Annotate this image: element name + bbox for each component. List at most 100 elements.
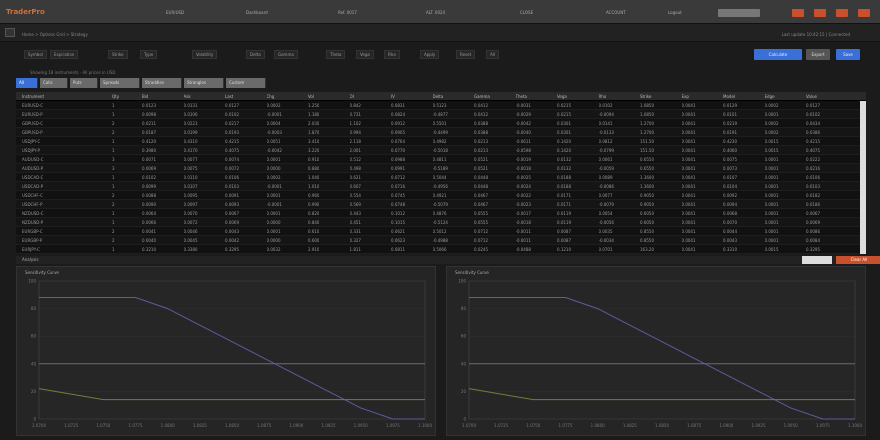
table-cell: -0.0011 [515, 229, 531, 234]
tool-type[interactable]: Type [140, 50, 158, 59]
top-bar: TraderPro EUR/USD Dashboard Ref. 0017 AL… [0, 0, 880, 24]
tool-expiration[interactable]: Expiration [50, 50, 79, 59]
table-row[interactable]: EURUSD-P 1 0.0098 0.0106 0.0102 -0.0001 1.180 0… [16, 110, 866, 119]
table-cell: 0.0216 [806, 166, 820, 171]
table-cell: GBPUSD-C [22, 121, 44, 126]
table-row[interactable]: AUDUSD-P 3 0.0069 0.0075 0.0072 0.0000 0.880 0.… [16, 164, 866, 173]
tool-vega[interactable]: Vega [356, 50, 374, 59]
table-cell: 0.0041 [681, 220, 696, 225]
calculate-button[interactable]: Calculate [754, 49, 802, 60]
column-header[interactable]: Strike [640, 92, 652, 101]
table-row[interactable]: USDJPY-C 1 0.4120 0.4310 0.4215 0.0051 3.410 2.… [16, 137, 866, 146]
table-row[interactable]: EURUSD-C 1 0.0123 0.0131 0.0127 0.0002 1.250 0.… [16, 101, 866, 110]
table-cell: 0.0071 [142, 157, 156, 162]
column-header[interactable]: Edge [765, 92, 775, 101]
tool-delta[interactable]: Delta [246, 50, 265, 59]
table-cell: 1 [112, 220, 115, 225]
table-row[interactable]: EURJPY-C 1 0.3210 0.3380 0.3295 0.0032 2.910 1.… [16, 245, 866, 254]
column-header[interactable]: IV [391, 92, 395, 101]
topbar-item-dashboard[interactable]: Dashboard [246, 10, 268, 15]
tab-spreads[interactable]: Spreads [100, 78, 140, 88]
column-header[interactable]: Gamma [474, 92, 490, 101]
table-row[interactable]: EURGBP-P 2 0.0040 0.0045 0.0042 0.0000 0.600 0.… [16, 236, 866, 245]
table-cell: 0.5501 [432, 121, 447, 126]
table-row[interactable]: EURGBP-C 2 0.0041 0.0046 0.0043 0.0001 0.610 0.… [16, 227, 866, 236]
table-cell: 0.0041 [681, 247, 696, 252]
clear-all-button[interactable]: Clear All [836, 256, 880, 264]
tab-all[interactable]: All [16, 78, 38, 88]
table-cell: 0.8550 [640, 238, 654, 243]
topbar-user-box[interactable] [718, 9, 760, 17]
column-header[interactable]: Chg [267, 92, 275, 101]
topbar-item-alt[interactable]: ALT. 0024 [426, 10, 445, 15]
topbar-maximize-button[interactable] [814, 9, 826, 17]
table-row[interactable]: USDCAD-P 1 0.0099 0.0107 0.0103 -0.0001 1.010 0… [16, 182, 866, 191]
save-button[interactable]: Save [836, 49, 860, 60]
table-cell: 0.0041 [681, 238, 696, 243]
grid-scrollbar[interactable] [860, 101, 866, 254]
column-header[interactable]: Delta [433, 92, 444, 101]
table-cell: -0.0001 [266, 112, 282, 117]
topbar-item-ref[interactable]: Ref. 0017 [338, 10, 357, 15]
tab-puts[interactable]: Puts [70, 78, 98, 88]
table-cell: 0.1015 [391, 220, 405, 225]
column-header[interactable]: OI [350, 92, 354, 101]
table-row[interactable]: USDCHF-P 2 0.0090 0.0097 0.0093 -0.0001 0.990 0… [16, 200, 866, 209]
table-row[interactable]: USDCHF-C 2 0.0088 0.0095 0.0091 0.0001 0.960 0.… [16, 191, 866, 200]
table-cell: 0.5123 [432, 103, 447, 108]
x-tick-label: 1.0950 [784, 423, 798, 428]
column-header[interactable]: Rho [599, 92, 607, 101]
x-tick-label: 1.0775 [129, 423, 143, 428]
table-cell: 0.0041 [681, 166, 696, 171]
tab-straddles[interactable]: Straddles [142, 78, 182, 88]
column-header[interactable]: Last [225, 92, 233, 101]
table-row[interactable]: USDJPY-P 1 0.3980 0.4170 0.4075 -0.0042 3.220 2… [16, 146, 866, 155]
tool-rho[interactable]: Rho [384, 50, 400, 59]
tool-apply[interactable]: Apply [420, 50, 440, 59]
analysis-filter-box[interactable] [802, 256, 832, 264]
column-header[interactable]: Vega [557, 92, 567, 101]
app-logo[interactable]: TraderPro [6, 8, 45, 16]
column-header[interactable]: Model [723, 92, 735, 101]
table-row[interactable]: NZDUSD-C 1 0.0064 0.0070 0.0067 0.0001 0.820 0.… [16, 209, 866, 218]
tool-theta[interactable]: Theta [326, 50, 346, 59]
tool-strike[interactable]: Strike [108, 50, 128, 59]
analysis-bar: Analysis Clear All [16, 256, 880, 264]
menu-icon[interactable] [5, 28, 15, 37]
table-row[interactable]: NZDUSD-P 1 0.0066 0.0072 0.0069 0.0000 0.840 0.… [16, 218, 866, 227]
export-button[interactable]: Export [806, 49, 830, 60]
topbar-close-button[interactable] [858, 9, 870, 17]
tab-strangles[interactable]: Strangles [184, 78, 224, 88]
table-cell: AUDUSD-C [22, 157, 44, 162]
tab-calls[interactable]: Calls [40, 78, 68, 88]
column-header[interactable]: Vol [308, 92, 314, 101]
topbar-minimize-button[interactable] [792, 9, 804, 17]
column-header[interactable]: Theta [516, 92, 527, 101]
table-row[interactable]: GBPUSD-C 2 0.0211 0.0223 0.0217 0.0004 2.030 1.… [16, 119, 866, 128]
tool-volatility[interactable]: Volatility [192, 50, 218, 59]
tool-gamma[interactable]: Gamma [274, 50, 298, 59]
table-row[interactable]: AUDUSD-C 3 0.0071 0.0077 0.0074 0.0001 0.910 0.… [16, 155, 866, 164]
tool-reset[interactable]: Reset [456, 50, 476, 59]
column-header[interactable]: Instrument [22, 92, 44, 101]
table-cell: 0.0171 [557, 193, 571, 198]
table-row[interactable]: USDCAD-C 1 0.0102 0.0110 0.0106 0.0002 1.040 0.… [16, 173, 866, 182]
column-header[interactable]: Qty [112, 92, 119, 101]
column-header[interactable]: Ask [184, 92, 191, 101]
topbar-item-close[interactable]: CLOSE [520, 10, 533, 15]
topbar-item-account[interactable]: ACCOUNT [606, 10, 626, 15]
column-header[interactable]: Value [806, 92, 817, 101]
table-cell: 0.3310 [723, 247, 737, 252]
topbar-settings-button[interactable] [836, 9, 848, 17]
table-cell: EURJPY-C [22, 247, 40, 252]
tool-symbol[interactable]: Symbol [24, 50, 47, 59]
table-cell: 0.0141 [598, 121, 613, 126]
tool-all[interactable]: All [486, 50, 499, 59]
topbar-item-logout[interactable]: Logout [668, 10, 682, 15]
table-row[interactable]: GBPUSD-P 2 0.0187 0.0199 0.0193 -0.0003 1.870 0… [16, 128, 866, 137]
tab-custom[interactable]: Custom [226, 78, 266, 88]
column-header[interactable]: Bid [142, 92, 148, 101]
column-header[interactable]: Exp [682, 92, 689, 101]
topbar-item-symbol[interactable]: EUR/USD [166, 10, 184, 15]
table-cell: 0.0084 [806, 238, 820, 243]
